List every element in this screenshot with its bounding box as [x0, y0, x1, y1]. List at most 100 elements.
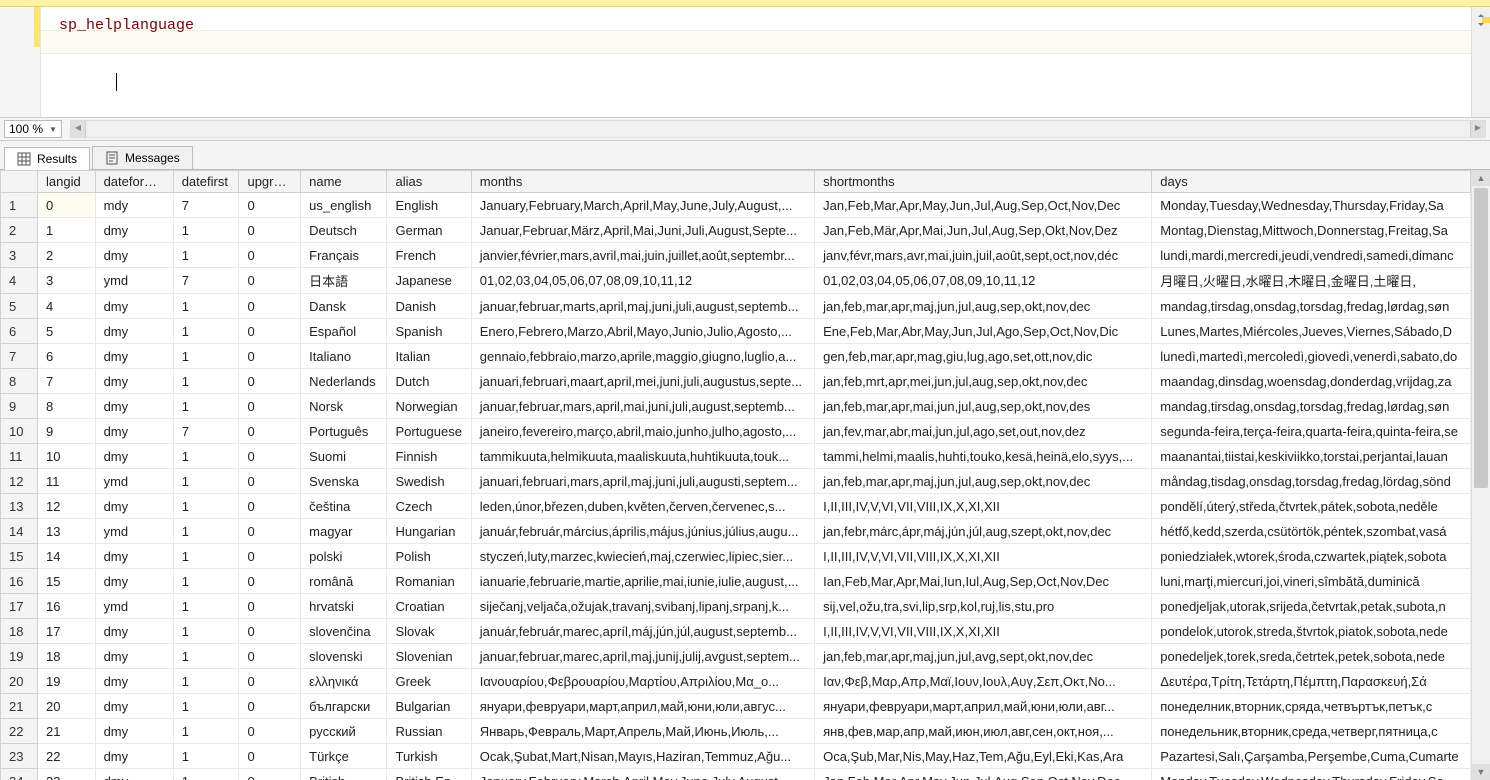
cell-days[interactable]: Monday,Tuesday,Wednesday,Thursday,Friday…	[1152, 193, 1471, 218]
cell-langid[interactable]: 9	[38, 419, 96, 444]
cell-name[interactable]: Türkçe	[301, 744, 387, 769]
cell-days[interactable]: måndag,tisdag,onsdag,torsdag,fredag,lörd…	[1152, 469, 1471, 494]
table-row[interactable]: 43ymd70日本語Japanese01,02,03,04,05,06,07,0…	[1, 268, 1471, 294]
row-number[interactable]: 17	[1, 594, 38, 619]
cell-shortmonths[interactable]: Ene,Feb,Mar,Abr,May,Jun,Jul,Ago,Sep,Oct,…	[815, 319, 1152, 344]
cell-alias[interactable]: Russian	[387, 719, 471, 744]
table-row[interactable]: 1514dmy10polskiPolishstyczeń,luty,marzec…	[1, 544, 1471, 569]
cell-datefirst[interactable]: 1	[173, 519, 239, 544]
cell-name[interactable]: Norsk	[301, 394, 387, 419]
cell-datefirst[interactable]: 7	[173, 419, 239, 444]
cell-dateformat[interactable]: mdy	[95, 193, 173, 218]
table-row[interactable]: 76dmy10ItalianoItaliangennaio,febbraio,m…	[1, 344, 1471, 369]
cell-upgrade[interactable]: 0	[239, 594, 301, 619]
cell-days[interactable]: понедельник,вторник,среда,четверг,пятниц…	[1152, 719, 1471, 744]
cell-alias[interactable]: Bulgarian	[387, 694, 471, 719]
cell-upgrade[interactable]: 0	[239, 719, 301, 744]
cell-name[interactable]: British	[301, 769, 387, 780]
cell-shortmonths[interactable]: jan,febr,márc,ápr,máj,jún,júl,aug,szept,…	[815, 519, 1152, 544]
cell-months[interactable]: siječanj,veljača,ožujak,travanj,svibanj,…	[471, 594, 814, 619]
cell-months[interactable]: janvier,février,mars,avril,mai,juin,juil…	[471, 243, 814, 268]
cell-upgrade[interactable]: 0	[239, 694, 301, 719]
cell-langid[interactable]: 18	[38, 644, 96, 669]
row-number[interactable]: 9	[1, 394, 38, 419]
cell-months[interactable]: януари,февруари,март,април,май,юни,юли,а…	[471, 694, 814, 719]
table-row[interactable]: 65dmy10EspañolSpanishEnero,Febrero,Marzo…	[1, 319, 1471, 344]
cell-alias[interactable]: Norwegian	[387, 394, 471, 419]
cell-name[interactable]: ελληνικά	[301, 669, 387, 694]
table-row[interactable]: 1211ymd10SvenskaSwedishjanuari,februari,…	[1, 469, 1471, 494]
row-number[interactable]: 5	[1, 294, 38, 319]
cell-shortmonths[interactable]: janv,févr,mars,avr,mai,juin,juil,août,se…	[815, 243, 1152, 268]
cell-upgrade[interactable]: 0	[239, 419, 301, 444]
cell-langid[interactable]: 16	[38, 594, 96, 619]
cell-upgrade[interactable]: 0	[239, 444, 301, 469]
cell-alias[interactable]: Turkish	[387, 744, 471, 769]
table-row[interactable]: 32dmy10FrançaisFrenchjanvier,février,mar…	[1, 243, 1471, 268]
cell-alias[interactable]: Danish	[387, 294, 471, 319]
cell-langid[interactable]: 17	[38, 619, 96, 644]
cell-alias[interactable]: Swedish	[387, 469, 471, 494]
cell-dateformat[interactable]: dmy	[95, 769, 173, 780]
cell-alias[interactable]: Croatian	[387, 594, 471, 619]
cell-days[interactable]: lunedì,martedì,mercoledì,giovedì,venerdì…	[1152, 344, 1471, 369]
cell-months[interactable]: januar,februar,marec,april,maj,junij,jul…	[471, 644, 814, 669]
column-header-datefirst[interactable]: datefirst	[173, 171, 239, 193]
cell-months[interactable]: 01,02,03,04,05,06,07,08,09,10,11,12	[471, 268, 814, 294]
table-row[interactable]: 2221dmy10русскийRussianЯнварь,Февраль,Ма…	[1, 719, 1471, 744]
cell-alias[interactable]: Slovenian	[387, 644, 471, 669]
column-header-name[interactable]: name	[301, 171, 387, 193]
cell-alias[interactable]: Spanish	[387, 319, 471, 344]
cell-langid[interactable]: 23	[38, 769, 96, 780]
cell-days[interactable]: segunda-feira,terça-feira,quarta-feira,q…	[1152, 419, 1471, 444]
cell-months[interactable]: januari,februari,maart,april,mei,juni,ju…	[471, 369, 814, 394]
cell-alias[interactable]: English	[387, 193, 471, 218]
cell-langid[interactable]: 2	[38, 243, 96, 268]
cell-name[interactable]: български	[301, 694, 387, 719]
cell-name[interactable]: русский	[301, 719, 387, 744]
table-row[interactable]: 1615dmy10românăRomanianianuarie,februari…	[1, 569, 1471, 594]
cell-datefirst[interactable]: 7	[173, 193, 239, 218]
table-row[interactable]: 1716ymd10hrvatskiCroatiansiječanj,veljač…	[1, 594, 1471, 619]
table-row[interactable]: 1110dmy10SuomiFinnishtammikuuta,helmikuu…	[1, 444, 1471, 469]
cell-langid[interactable]: 10	[38, 444, 96, 469]
cell-datefirst[interactable]: 1	[173, 369, 239, 394]
column-header-months[interactable]: months	[471, 171, 814, 193]
cell-datefirst[interactable]: 1	[173, 719, 239, 744]
table-row[interactable]: 54dmy10DanskDanishjanuar,februar,marts,a…	[1, 294, 1471, 319]
cell-upgrade[interactable]: 0	[239, 744, 301, 769]
cell-datefirst[interactable]: 1	[173, 544, 239, 569]
results-grid-scroll[interactable]: langiddateformatdatefirstupgradenamealia…	[0, 170, 1471, 780]
table-row[interactable]: 1817dmy10slovenčinaSlovakjanuár,február,…	[1, 619, 1471, 644]
cell-dateformat[interactable]: ymd	[95, 268, 173, 294]
cell-datefirst[interactable]: 1	[173, 769, 239, 780]
cell-datefirst[interactable]: 1	[173, 218, 239, 243]
cell-alias[interactable]: Finnish	[387, 444, 471, 469]
cell-alias[interactable]: Slovak	[387, 619, 471, 644]
cell-dateformat[interactable]: dmy	[95, 294, 173, 319]
cell-shortmonths[interactable]: Ian,Feb,Mar,Apr,Mai,Iun,Iul,Aug,Sep,Oct,…	[815, 569, 1152, 594]
cell-shortmonths[interactable]: Oca,Şub,Mar,Nis,May,Haz,Tem,Ağu,Eyl,Eki,…	[815, 744, 1152, 769]
cell-days[interactable]: maanantai,tiistai,keskiviikko,torstai,pe…	[1152, 444, 1471, 469]
row-number[interactable]: 16	[1, 569, 38, 594]
cell-datefirst[interactable]: 1	[173, 619, 239, 644]
cell-months[interactable]: janeiro,fevereiro,março,abril,maio,junho…	[471, 419, 814, 444]
scroll-down-icon[interactable]: ▼	[1472, 764, 1490, 780]
column-header-alias[interactable]: alias	[387, 171, 471, 193]
row-number[interactable]: 23	[1, 744, 38, 769]
cell-shortmonths[interactable]: jan,feb,mrt,apr,mei,jun,jul,aug,sep,okt,…	[815, 369, 1152, 394]
cell-langid[interactable]: 6	[38, 344, 96, 369]
cell-name[interactable]: slovenčina	[301, 619, 387, 644]
cell-datefirst[interactable]: 1	[173, 243, 239, 268]
cell-dateformat[interactable]: dmy	[95, 544, 173, 569]
cell-days[interactable]: luni,marţi,miercuri,joi,vineri,sîmbătă,d…	[1152, 569, 1471, 594]
sql-query-text[interactable]: sp_helplanguage	[59, 17, 194, 34]
cell-alias[interactable]: Portuguese	[387, 419, 471, 444]
cell-months[interactable]: gennaio,febbraio,marzo,aprile,maggio,giu…	[471, 344, 814, 369]
cell-days[interactable]: hétfő,kedd,szerda,csütörtök,péntek,szomb…	[1152, 519, 1471, 544]
table-row[interactable]: 2019dmy10ελληνικάGreekΙανουαρίου,Φεβρουα…	[1, 669, 1471, 694]
row-number[interactable]: 8	[1, 369, 38, 394]
row-number[interactable]: 11	[1, 444, 38, 469]
cell-shortmonths[interactable]: gen,feb,mar,apr,mag,giu,lug,ago,set,ott,…	[815, 344, 1152, 369]
table-row[interactable]: 109dmy70PortuguêsPortuguesejaneiro,fever…	[1, 419, 1471, 444]
